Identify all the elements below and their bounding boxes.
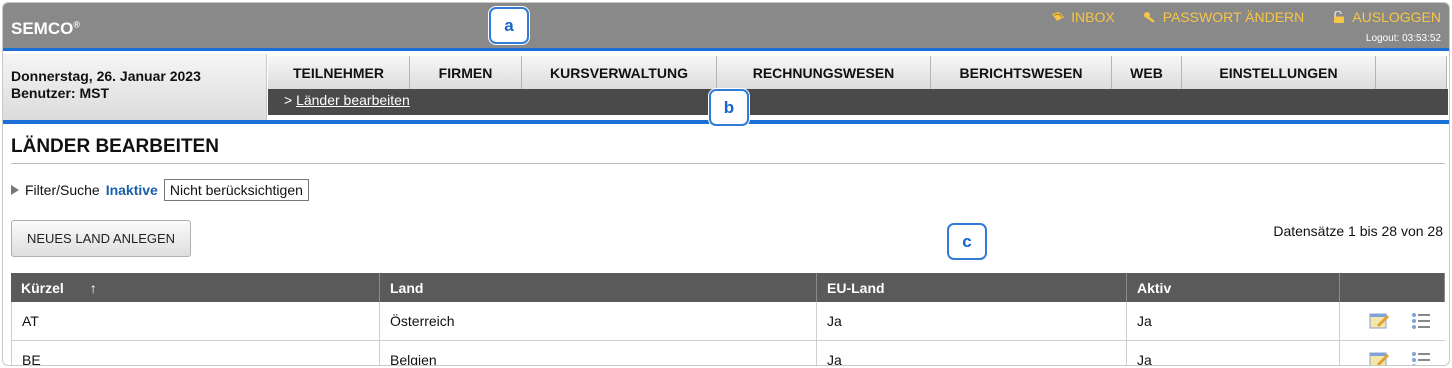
annotation-badge-c: c bbox=[947, 223, 987, 260]
current-date: Donnerstag, 26. Januar 2023 bbox=[11, 68, 201, 84]
app-logo: SEMCO® bbox=[11, 19, 80, 38]
edit-icon[interactable] bbox=[1369, 312, 1391, 330]
annotation-badge-a: a bbox=[489, 7, 529, 44]
cell-eu-land: Ja bbox=[817, 302, 1127, 340]
padlock-open-icon bbox=[1334, 11, 1345, 23]
key-icon bbox=[1143, 12, 1155, 23]
cell-aktiv: Ja bbox=[1127, 341, 1340, 365]
cell-land: Belgien bbox=[380, 341, 817, 365]
column-header-land[interactable]: Land bbox=[380, 273, 817, 302]
logout-timer: Logout: 03:53:52 bbox=[1365, 33, 1441, 44]
menu-teilnehmer[interactable]: TEILNEHMER bbox=[268, 56, 410, 89]
sort-ascending-icon[interactable]: ↑ bbox=[90, 280, 97, 296]
menu-rechnungswesen[interactable]: RECHNUNGSWESEN bbox=[717, 56, 931, 89]
breadcrumb-link-laender[interactable]: Länder bearbeiten bbox=[296, 92, 410, 108]
edit-icon[interactable] bbox=[1369, 351, 1391, 365]
new-country-button[interactable]: NEUES LAND ANLEGEN bbox=[11, 220, 191, 257]
details-list-icon[interactable] bbox=[1411, 351, 1431, 365]
record-count: Datensätze 1 bis 28 von 28 bbox=[1273, 223, 1443, 239]
details-list-icon[interactable] bbox=[1411, 312, 1431, 330]
cell-kuerzel: AT bbox=[11, 302, 380, 340]
cell-kuerzel: BE bbox=[11, 341, 380, 365]
top-bar: SEMCO® INBOX PASSWORT ÄNDERN AUSLOGGEN L… bbox=[3, 3, 1449, 51]
cell-aktiv: Ja bbox=[1127, 302, 1340, 340]
inactive-label: Inaktive bbox=[105, 182, 158, 198]
inbox-label: INBOX bbox=[1071, 9, 1115, 25]
inactive-filter-select[interactable]: Nicht berücksichtigen bbox=[163, 179, 309, 201]
table-header: Kürzel ↑ Land EU-Land Aktiv bbox=[11, 273, 1445, 302]
table-row: BE Belgien Ja Ja bbox=[11, 341, 1445, 365]
top-links: INBOX PASSWORT ÄNDERN AUSLOGGEN bbox=[1051, 9, 1441, 25]
row-actions bbox=[1340, 302, 1445, 340]
app-window: SEMCO® INBOX PASSWORT ÄNDERN AUSLOGGEN L… bbox=[2, 2, 1450, 366]
session-info: Donnerstag, 26. Januar 2023 Benutzer: MS… bbox=[3, 54, 267, 124]
menu-kursverwaltung[interactable]: KURSVERWALTUNG bbox=[522, 56, 717, 89]
column-header-eu-land[interactable]: EU-Land bbox=[817, 273, 1127, 302]
menu-firmen[interactable]: FIRMEN bbox=[410, 56, 522, 89]
menu-empty-slot bbox=[1376, 56, 1447, 89]
breadcrumb: > Länder bearbeiten bbox=[268, 89, 1448, 115]
cell-land: Österreich bbox=[380, 302, 817, 340]
countries-table: Kürzel ↑ Land EU-Land Aktiv AT Österreich… bbox=[11, 273, 1445, 365]
filter-bar: Filter/Suche Inaktive Nicht berücksichti… bbox=[11, 179, 309, 201]
annotation-badge-b: b bbox=[709, 89, 749, 126]
inbox-link[interactable]: INBOX bbox=[1051, 9, 1115, 25]
breadcrumb-separator: > bbox=[284, 92, 293, 108]
expand-triangle-icon[interactable] bbox=[11, 185, 19, 195]
cell-eu-land: Ja bbox=[817, 341, 1127, 365]
table-row: AT Österreich Ja Ja bbox=[11, 302, 1445, 341]
column-header-actions bbox=[1340, 273, 1445, 302]
filter-label[interactable]: Filter/Suche bbox=[25, 182, 100, 198]
row-actions bbox=[1340, 341, 1445, 365]
title-divider bbox=[11, 163, 1445, 164]
column-header-aktiv[interactable]: Aktiv bbox=[1127, 273, 1340, 302]
main-menu: TEILNEHMER FIRMEN KURSVERWALTUNG RECHNUN… bbox=[268, 56, 1447, 89]
logout-link[interactable]: AUSLOGGEN bbox=[1332, 9, 1441, 25]
column-header-kuerzel[interactable]: Kürzel ↑ bbox=[11, 273, 380, 302]
page-title: LÄNDER BEARBEITEN bbox=[11, 136, 219, 157]
logout-label: AUSLOGGEN bbox=[1352, 9, 1441, 25]
change-password-label: PASSWORT ÄNDERN bbox=[1162, 9, 1305, 25]
menu-web[interactable]: WEB bbox=[1112, 56, 1182, 89]
current-user: Benutzer: MST bbox=[11, 85, 109, 101]
change-password-link[interactable]: PASSWORT ÄNDERN bbox=[1143, 9, 1305, 25]
menu-berichtswesen[interactable]: BERICHTSWESEN bbox=[931, 56, 1112, 89]
inbox-icon bbox=[1052, 12, 1065, 21]
menu-einstellungen[interactable]: EINSTELLUNGEN bbox=[1182, 56, 1376, 89]
